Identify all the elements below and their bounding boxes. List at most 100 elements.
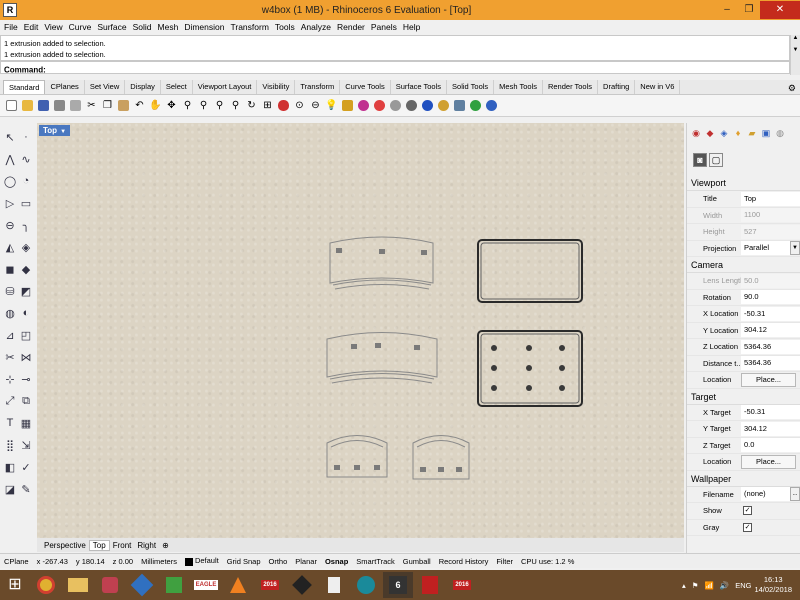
import-icon[interactable] bbox=[68, 98, 83, 113]
restore-button[interactable]: ❐ bbox=[738, 1, 760, 19]
language-indicator[interactable]: ENG bbox=[735, 581, 751, 590]
tab-select[interactable]: Select bbox=[161, 80, 193, 94]
curve-icon[interactable]: ∿ bbox=[18, 150, 34, 168]
x-target-field[interactable]: -50.31 bbox=[741, 405, 800, 420]
panel-small-left[interactable] bbox=[326, 435, 388, 478]
chevron-down-icon[interactable]: ▼ bbox=[60, 129, 66, 135]
tab-render-tools[interactable]: Render Tools bbox=[543, 80, 599, 94]
render-sphere-icon[interactable] bbox=[372, 98, 387, 113]
join-icon[interactable]: ⊸ bbox=[18, 370, 34, 388]
menu-view[interactable]: View bbox=[44, 22, 62, 32]
tab-drafting[interactable]: Drafting bbox=[598, 80, 636, 94]
tab-viewport-layout[interactable]: Viewport Layout bbox=[193, 80, 258, 94]
zoom-extents-icon[interactable]: ⚲ bbox=[212, 98, 227, 113]
smarttrack-toggle[interactable]: SmartTrack bbox=[352, 557, 398, 566]
boolean-icon[interactable]: ◩ bbox=[18, 282, 34, 300]
options-gear-icon[interactable] bbox=[436, 98, 451, 113]
menu-solid[interactable]: Solid bbox=[133, 22, 152, 32]
transform-icon[interactable]: ◰ bbox=[18, 326, 34, 344]
layers-tab-icon[interactable]: ◆ bbox=[704, 127, 716, 139]
copy-tool-icon[interactable]: ⧉ bbox=[18, 392, 34, 410]
mesh-icon[interactable]: ◍ bbox=[2, 304, 18, 322]
menu-mesh[interactable]: Mesh bbox=[158, 22, 179, 32]
print-icon[interactable] bbox=[52, 98, 67, 113]
add-viewport-tab-icon[interactable]: ⊕ bbox=[159, 541, 172, 550]
explode-icon[interactable]: ⊹ bbox=[2, 370, 18, 388]
close-button[interactable]: ✕ bbox=[760, 1, 800, 19]
camera-icon[interactable]: ◙ bbox=[693, 153, 707, 167]
filter-toggle[interactable]: Filter bbox=[492, 557, 517, 566]
panel-curved-top-left[interactable] bbox=[329, 236, 434, 290]
help-tab-icon[interactable]: ◍ bbox=[774, 127, 786, 139]
command-scrollbar[interactable]: ▲ ▼ bbox=[790, 35, 800, 75]
menu-help[interactable]: Help bbox=[403, 22, 420, 32]
arc-icon[interactable]: ◔ bbox=[18, 172, 34, 190]
display-tab-icon[interactable]: ▣ bbox=[760, 127, 772, 139]
maps-icon[interactable] bbox=[159, 572, 189, 598]
split-icon[interactable]: ⋈ bbox=[18, 348, 34, 366]
tab-set-view[interactable]: Set View bbox=[85, 80, 126, 94]
chevron-down-icon[interactable]: ▼ bbox=[790, 241, 800, 256]
rendered-icon[interactable] bbox=[404, 98, 419, 113]
menu-curve[interactable]: Curve bbox=[69, 22, 92, 32]
pencil-icon[interactable]: ✎ bbox=[18, 480, 34, 498]
z-target-field[interactable]: 0.0 bbox=[741, 438, 800, 453]
rotate-view-icon[interactable]: ↻ bbox=[244, 98, 259, 113]
distance-field[interactable]: 5364.36 bbox=[741, 356, 800, 371]
eagle-icon[interactable]: EAGLE bbox=[191, 572, 221, 598]
scale-icon[interactable]: ⇲ bbox=[18, 436, 34, 454]
tab-surface-tools[interactable]: Surface Tools bbox=[391, 80, 448, 94]
sketchup-icon[interactable] bbox=[127, 572, 157, 598]
copy-icon[interactable]: ❐ bbox=[100, 98, 115, 113]
loft-icon[interactable]: ◈ bbox=[18, 238, 34, 256]
offset-icon[interactable]: ⊖ bbox=[2, 216, 18, 234]
lock-icon[interactable] bbox=[340, 98, 355, 113]
move-icon[interactable]: ✥ bbox=[164, 98, 179, 113]
menu-transform[interactable]: Transform bbox=[230, 22, 268, 32]
analyze-icon[interactable]: ◧ bbox=[2, 458, 18, 476]
layers-icon[interactable] bbox=[452, 98, 467, 113]
gray-checkbox[interactable]: ✓ bbox=[743, 522, 752, 532]
text-icon[interactable]: T bbox=[2, 414, 18, 432]
tab-transform[interactable]: Transform bbox=[295, 80, 341, 94]
chrome-icon[interactable] bbox=[31, 572, 61, 598]
layer-tool-icon[interactable]: ◪ bbox=[2, 480, 18, 498]
triangle-icon[interactable]: ▷ bbox=[2, 194, 18, 212]
cylinder-icon[interactable]: ⛁ bbox=[2, 282, 18, 300]
camera-place-button[interactable]: Place... bbox=[741, 372, 796, 387]
gumball-toggle[interactable]: Gumball bbox=[399, 557, 435, 566]
four-views-icon[interactable]: ⊞ bbox=[260, 98, 275, 113]
viewport-tab-top[interactable]: Top bbox=[88, 539, 110, 551]
cplane-icon[interactable]: ⊙ bbox=[292, 98, 307, 113]
tab-visibility[interactable]: Visibility bbox=[257, 80, 296, 94]
cplane-label[interactable]: CPlane bbox=[0, 557, 33, 566]
viewport-tab-right[interactable]: Right bbox=[134, 541, 159, 550]
y-location-field[interactable]: 304.12 bbox=[741, 323, 800, 338]
viewport-tab-perspective[interactable]: Perspective bbox=[41, 541, 89, 550]
libraries-tab-icon[interactable]: ▰ bbox=[746, 127, 758, 139]
move-tool-icon[interactable]: ⤢ bbox=[2, 392, 18, 410]
viewport-title-tab[interactable]: Top ▼ bbox=[39, 125, 71, 136]
y-target-field[interactable]: 304.12 bbox=[741, 421, 800, 436]
panel-curved-middle-left[interactable] bbox=[326, 332, 438, 384]
undo-icon[interactable]: ↶ bbox=[132, 98, 147, 113]
rhino-taskbar-icon[interactable]: 6 bbox=[383, 572, 413, 598]
properties-tab-icon[interactable]: ◉ bbox=[690, 127, 702, 139]
flag-icon[interactable]: ⚑ bbox=[692, 581, 699, 590]
solid-icon[interactable]: ◆ bbox=[18, 260, 34, 278]
save-icon[interactable] bbox=[36, 98, 51, 113]
materials-tab-icon[interactable]: ◈ bbox=[718, 127, 730, 139]
render-icon[interactable]: ◐ bbox=[18, 304, 34, 322]
globe-icon[interactable] bbox=[468, 98, 483, 113]
pan-hand-icon[interactable]: ✋ bbox=[148, 98, 163, 113]
panel-plate-top-right[interactable] bbox=[477, 239, 583, 303]
menu-analyze[interactable]: Analyze bbox=[301, 22, 331, 32]
file-explorer-icon[interactable] bbox=[63, 572, 93, 598]
rhino-app-icon[interactable]: R bbox=[3, 3, 17, 17]
x-location-field[interactable]: -50.31 bbox=[741, 306, 800, 321]
paint-icon[interactable] bbox=[95, 572, 125, 598]
new-file-icon[interactable] bbox=[4, 98, 19, 113]
check-icon[interactable]: ✓ bbox=[18, 458, 34, 476]
ortho-toggle[interactable]: Ortho bbox=[265, 557, 292, 566]
menu-render[interactable]: Render bbox=[337, 22, 365, 32]
